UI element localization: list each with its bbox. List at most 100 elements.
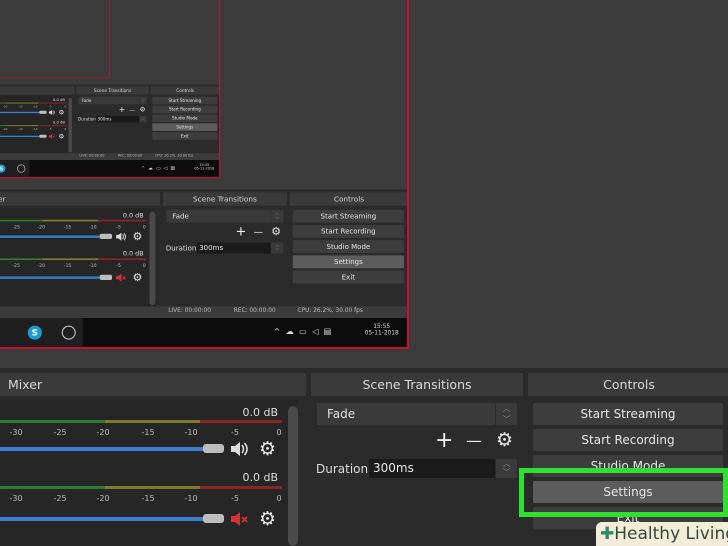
volume-slider-handle[interactable] xyxy=(99,274,113,280)
obs-screen: Mixer Scene Transitions Controls 0.0 dB … xyxy=(0,0,407,347)
cpu-status: CPU: 26.2%, 30.00 fps xyxy=(155,153,194,158)
transition-value: Fade xyxy=(327,407,356,421)
add-transition-button[interactable]: + xyxy=(119,105,125,114)
transition-settings-gear-icon[interactable]: ⚙ xyxy=(140,106,146,113)
system-tray-icons[interactable]: ^☁▭◁▤ xyxy=(141,165,178,170)
transition-settings-gear-icon[interactable]: ⚙ xyxy=(271,226,281,237)
tick-label: 0 xyxy=(276,494,282,503)
remove-transition-button[interactable]: — xyxy=(254,225,263,239)
start-streaming-button[interactable]: Start Streaming xyxy=(152,96,218,105)
tick-label: -10 xyxy=(33,105,38,109)
live-status: LIVE: 00:00:00 xyxy=(168,307,211,314)
start-recording-button[interactable]: Start Recording xyxy=(152,105,218,114)
add-transition-button[interactable]: + xyxy=(435,429,453,453)
mixer-scrollbar[interactable] xyxy=(149,211,156,306)
exit-button[interactable]: Exit xyxy=(152,132,218,140)
volume-meter xyxy=(0,258,146,261)
volume-slider-handle[interactable] xyxy=(39,134,47,138)
duration-input[interactable]: 300ms ︿ ﹀ xyxy=(369,459,517,478)
exit-button[interactable]: Exit xyxy=(292,270,404,284)
start-streaming-button[interactable]: Start Streaming xyxy=(533,403,723,425)
muted-speaker-icon[interactable] xyxy=(115,272,127,283)
clock[interactable]: 15:55 05-11-2018 xyxy=(361,323,402,336)
spinner-icon[interactable]: ︿ ﹀ xyxy=(270,209,284,223)
remove-transition-button[interactable]: — xyxy=(129,106,134,114)
start-recording-button[interactable]: Start Recording xyxy=(292,224,404,238)
spinner-icon[interactable]: ︿ ﹀ xyxy=(495,459,517,478)
settings-button[interactable]: Settings xyxy=(292,255,404,269)
tick-label: -5 xyxy=(116,262,121,269)
tick-label: -10 xyxy=(88,224,97,230)
transition-settings-gear-icon[interactable]: ⚙ xyxy=(496,431,513,450)
volume-slider-handle[interactable] xyxy=(39,110,47,114)
start-streaming-button[interactable]: Start Streaming xyxy=(292,209,404,223)
volume-slider-track[interactable] xyxy=(0,135,41,138)
studio-mode-button[interactable]: Studio Mode xyxy=(292,240,404,254)
add-transition-button[interactable]: + xyxy=(235,225,246,239)
audio-mixer: 0.0 dB -30 -25 -20 -15 -10 -5 0 ⚙ 0.0 dB -30 -2… xyxy=(0,400,298,546)
watermark: ✚Healthy Living xyxy=(596,522,728,546)
tick-label: -30 xyxy=(9,428,23,437)
volume-slider-track[interactable] xyxy=(0,235,102,238)
transition-select[interactable]: Fade ︿ ﹀ xyxy=(78,96,147,105)
tick-label: -25 xyxy=(53,494,67,503)
settings-button[interactable]: Settings xyxy=(152,123,218,131)
mixer-scrollbar[interactable] xyxy=(68,97,72,153)
tick-label: 0 xyxy=(64,127,67,131)
mixer-scrollbar[interactable] xyxy=(288,406,298,546)
tick-label: 0 xyxy=(142,262,146,269)
meter-ticks: -30-25-20-15-10-50 xyxy=(0,224,151,231)
taskbar: S ^☁▭◁▤ 15:5505-11-2018 xyxy=(0,317,407,347)
duration-input[interactable]: 300ms ︿ ﹀ xyxy=(96,115,147,123)
gear-icon[interactable]: ⚙ xyxy=(133,231,143,242)
obs-icon[interactable] xyxy=(61,325,76,340)
system-tray-icons[interactable]: ^☁▭◁▤ xyxy=(274,327,337,336)
volume-slider-track[interactable] xyxy=(0,276,102,279)
volume-slider-track[interactable] xyxy=(0,517,206,521)
spinner-icon[interactable]: ︿ ﹀ xyxy=(270,242,284,254)
volume-slider-handle[interactable] xyxy=(203,514,224,523)
start-recording-button[interactable]: Start Recording xyxy=(533,429,723,451)
mixer-header: Mixer xyxy=(0,86,75,95)
tick-label: -5 xyxy=(48,127,52,131)
gear-icon[interactable]: ⚙ xyxy=(59,133,65,140)
muted-speaker-icon[interactable] xyxy=(48,133,55,139)
spinner-icon[interactable]: ︿ ﹀ xyxy=(139,96,147,105)
speaker-icon[interactable] xyxy=(229,440,249,458)
tick-label: -10 xyxy=(184,428,198,437)
obs-icon[interactable] xyxy=(17,164,26,173)
gear-icon[interactable]: ⚙ xyxy=(133,272,143,283)
transition-select[interactable]: Fade ︿ ﹀ xyxy=(317,403,517,425)
speaker-icon[interactable] xyxy=(115,231,127,242)
transition-select[interactable]: Fade ︿ ﹀ xyxy=(166,209,284,223)
meter-ticks: -30-25-20-15-10-50 xyxy=(0,263,151,270)
gear-icon[interactable]: ⚙ xyxy=(259,440,276,459)
remove-transition-button[interactable]: — xyxy=(466,429,482,453)
tick-label: 0 xyxy=(142,224,146,230)
tick-label: -30 xyxy=(9,494,23,503)
spinner-icon[interactable]: ︿ ﹀ xyxy=(139,115,147,123)
tick-label: -5 xyxy=(116,224,121,230)
studio-mode-button[interactable]: Studio Mode xyxy=(152,114,218,123)
volume-meter xyxy=(0,219,146,222)
duration-input[interactable]: 300ms ︿ ﹀ xyxy=(196,242,284,254)
muted-speaker-icon[interactable] xyxy=(229,510,249,528)
spinner-icon[interactable]: ︿ ﹀ xyxy=(495,403,517,425)
tick-label: -20 xyxy=(2,105,8,109)
controls-header: Controls xyxy=(289,192,407,206)
volume-slider-handle[interactable] xyxy=(203,444,224,453)
volume-slider-track[interactable] xyxy=(0,111,41,114)
speaker-icon[interactable] xyxy=(48,109,55,115)
controls-header: Controls xyxy=(150,86,220,95)
skype-icon[interactable]: S xyxy=(27,325,42,340)
tick-label: -5 xyxy=(231,428,239,437)
clock[interactable]: 15:55 05-11-2018 xyxy=(192,163,216,171)
tick-label: -20 xyxy=(96,428,110,437)
volume-slider-handle[interactable] xyxy=(99,233,113,240)
volume-meter xyxy=(0,420,282,423)
tick-label: -25 xyxy=(12,262,20,269)
gear-icon[interactable]: ⚙ xyxy=(59,109,65,116)
gear-icon[interactable]: ⚙ xyxy=(259,510,276,529)
volume-slider-track[interactable] xyxy=(0,447,206,451)
meter-ticks: -30-25-20-15-10-50 xyxy=(0,494,290,506)
